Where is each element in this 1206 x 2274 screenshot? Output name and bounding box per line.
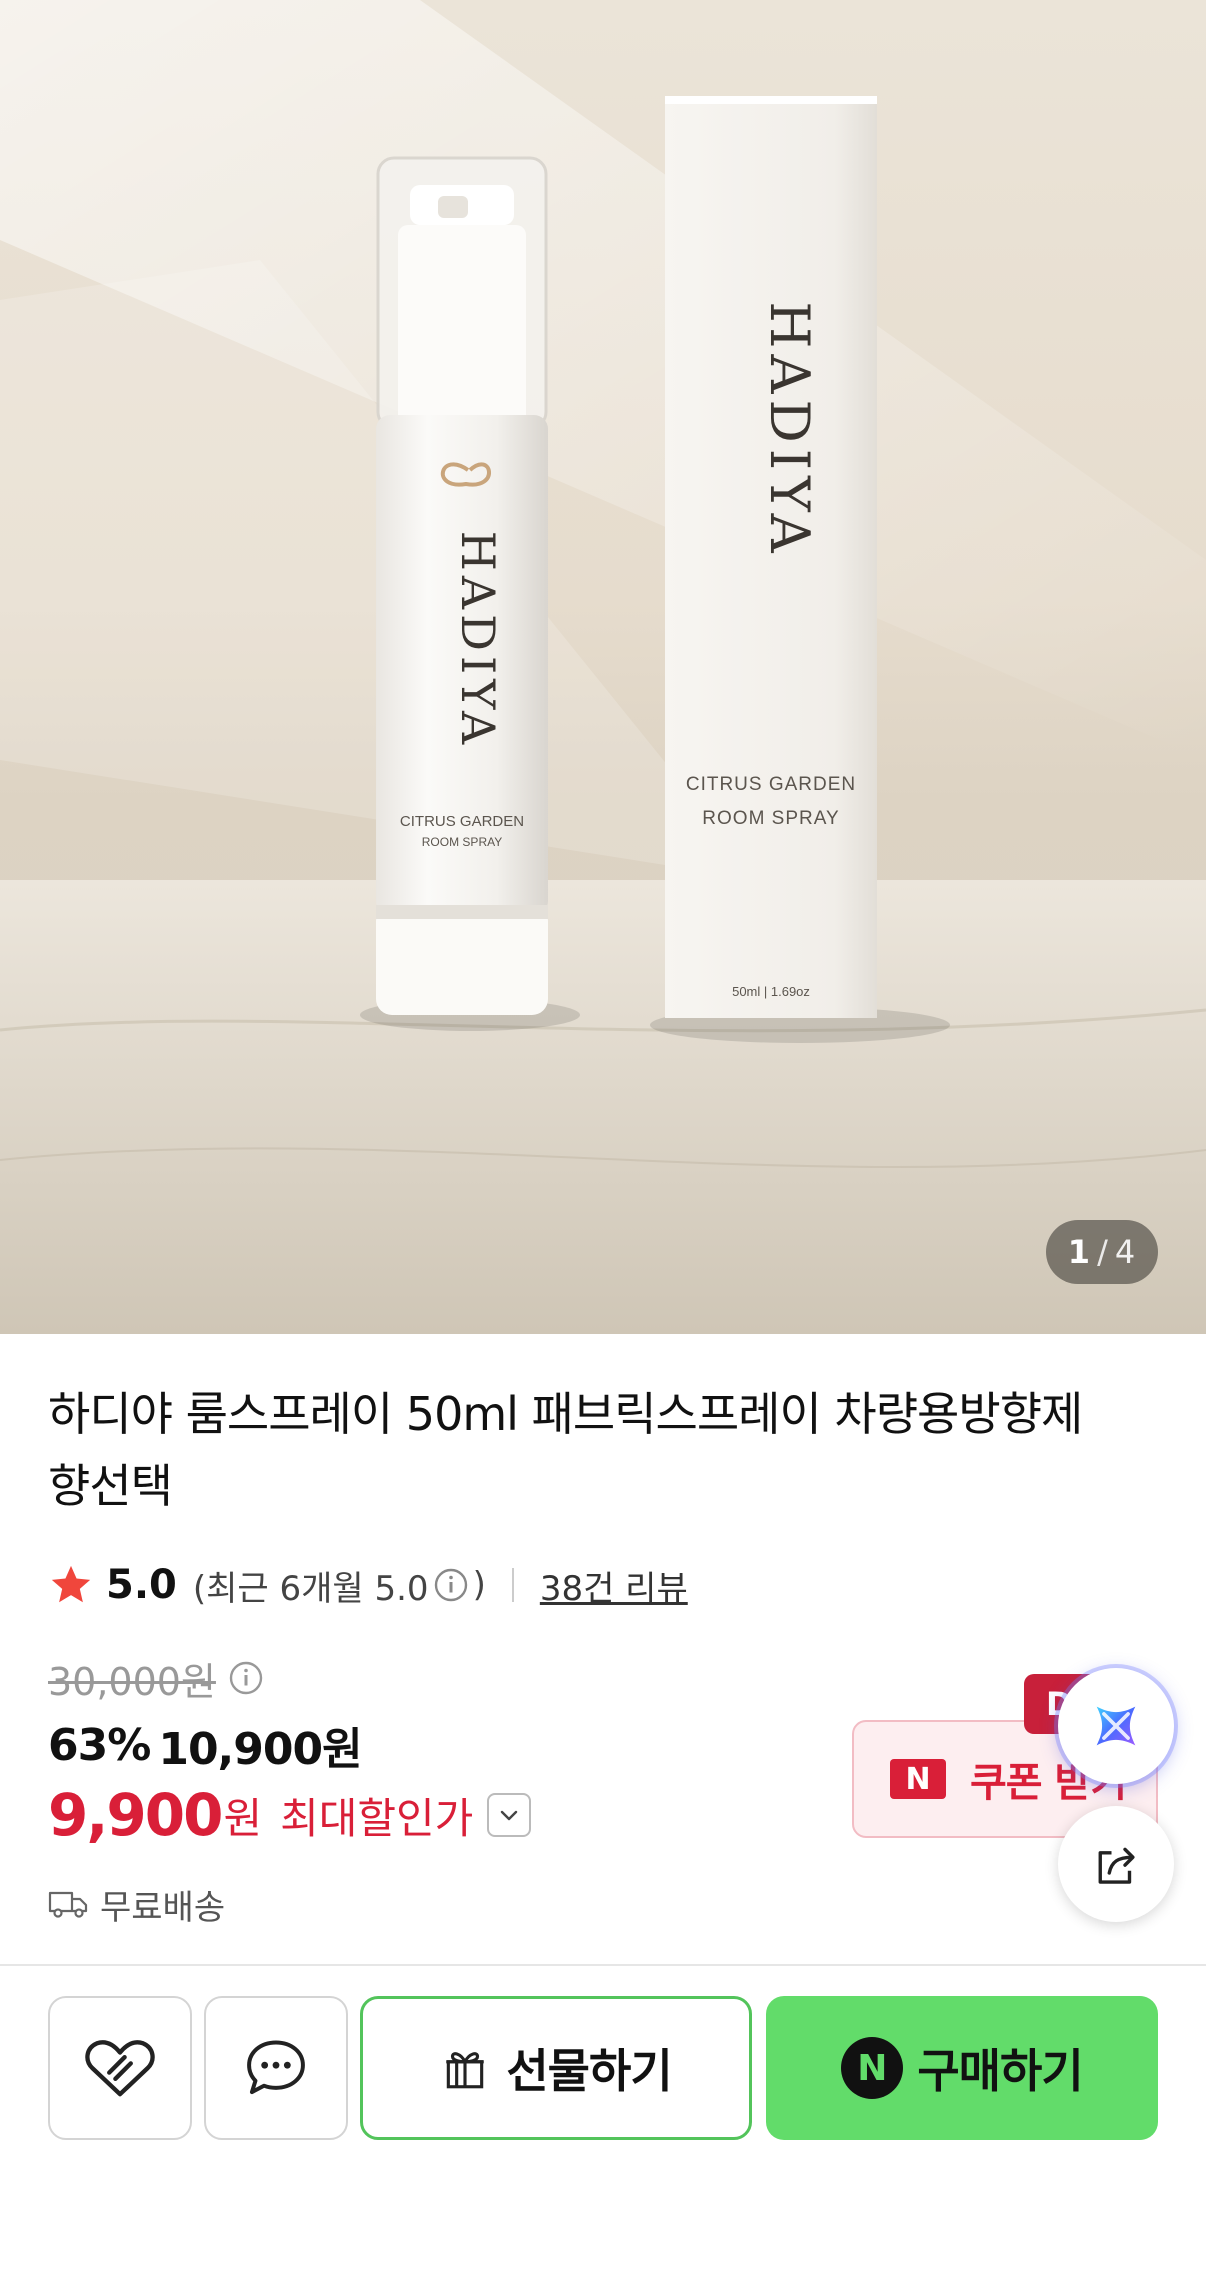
image-counter: 1 / 4 [1046,1220,1158,1284]
product-photo: HADIYA CITRUS GARDEN ROOM SPRAY 50ml | 1… [0,0,1206,1334]
current-image-index: 1 [1067,1233,1092,1271]
talk-button[interactable] [204,1996,348,2140]
discounted-price: 10,900원 [158,1724,362,1775]
chat-bubble-icon [247,2040,305,2095]
max-discount-label: 최대할인가 [280,1793,474,1843]
svg-text:CITRUS GARDEN: CITRUS GARDEN [686,774,856,795]
discount-rate: 63% [48,1719,151,1771]
naver-pay-badge: N [841,2037,904,2099]
recent-rating: (최근 6개월 5.0 [192,1568,429,1609]
divider [511,1568,514,1602]
product-title: 하디야 룸스프레이 50ml 패브릭스프레이 차량용방향제 향선택 [48,1387,1083,1513]
expand-price-button[interactable] [487,1793,532,1837]
info-icon[interactable] [433,1567,469,1603]
svg-text:CITRUS GARDEN: CITRUS GARDEN [400,813,524,830]
svg-text:ROOM SPRAY: ROOM SPRAY [422,835,502,849]
original-price: 30,000원 [48,1659,216,1704]
truck-icon [48,1891,88,1918]
product-image-gallery[interactable]: HADIYA CITRUS GARDEN ROOM SPRAY 50ml | 1… [0,0,1206,1334]
svg-text:HADIYA: HADIYA [451,531,505,749]
max-discount-price-row[interactable]: 9,900 원 최대할인가 [48,1780,532,1850]
review-count-link[interactable]: 38건 리뷰 [540,1561,688,1610]
rating-row: 5.0 (최근 6개월 5.0 ) 38건 리뷰 [48,1555,688,1615]
product-box: HADIYA CITRUS GARDEN ROOM SPRAY 50ml | 1… [665,96,877,1018]
wishlist-button[interactable] [48,1996,192,2140]
image-counter-separator: / [1097,1233,1109,1271]
gift-button[interactable]: 선물하기 [360,1996,752,2140]
discount-price-row: 63% 10,900원 [48,1712,363,1778]
share-icon [1098,1847,1135,1884]
svg-text:HADIYA: HADIYA [758,301,821,558]
share-button[interactable] [1058,1806,1174,1922]
product-bottle: HADIYA CITRUS GARDEN ROOM SPRAY [376,156,548,1015]
total-image-count: 4 [1114,1233,1137,1271]
shipping-label: 무료배송 [100,1887,226,1928]
recent-rating-close: ) [472,1565,486,1605]
max-discount-price: 9,900 [48,1781,223,1849]
info-icon[interactable] [228,1660,264,1696]
gift-label: 선물하기 [506,2044,672,2098]
chevron-down-icon [501,1810,518,1821]
section-divider [0,1964,1206,1966]
rating-score: 5.0 [106,1562,177,1608]
gift-icon [446,2052,485,2089]
svg-text:ROOM SPRAY: ROOM SPRAY [702,808,839,829]
svg-text:50ml | 1.69oz: 50ml | 1.69oz [732,984,810,999]
naver-badge: N [890,1759,946,1799]
original-price-row: 30,000원 [48,1648,268,1708]
buy-button[interactable]: N 구매하기 [766,1996,1158,2140]
buy-label: 구매하기 [917,2044,1083,2098]
ai-assistant-icon [1096,1706,1136,1746]
star-icon [51,1565,91,1603]
price-currency: 원 [223,1793,263,1843]
heart-icon [85,2040,155,2097]
ai-assistant-button[interactable] [1058,1668,1174,1784]
shipping-info: 무료배송 [48,1876,225,1932]
